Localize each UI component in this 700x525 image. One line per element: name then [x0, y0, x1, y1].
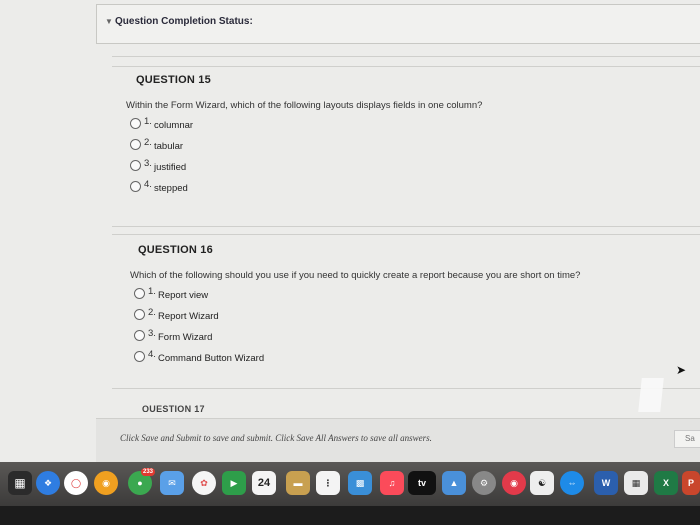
collapse-icon[interactable]: ▼	[105, 17, 113, 26]
option-label[interactable]: Report Wizard	[158, 311, 219, 322]
divider	[112, 56, 700, 57]
notes-icon[interactable]: ▬	[286, 471, 310, 495]
option-2[interactable]: 2. Report Wizard	[134, 307, 700, 329]
question-text: Within the Form Wizard, which of the fol…	[126, 100, 483, 111]
option-label[interactable]: Form Wizard	[158, 332, 212, 343]
activity-icon[interactable]: ☯	[530, 471, 554, 495]
question-completion-status[interactable]: ▼ Question Completion Status:	[96, 4, 700, 44]
options-list: 1. columnar 2. tabular 3. justified 4. s…	[130, 116, 700, 201]
maps-icon[interactable]: ▲	[442, 471, 466, 495]
browser-content: ▼ Question Completion Status: QUESTION 1…	[0, 0, 700, 462]
option-4[interactable]: 4. stepped	[130, 179, 700, 201]
radio-button[interactable]	[130, 139, 141, 150]
dock: ▦ ❖ ◯ ◉ ● 233 ✉ ✿ ▶ 24 ▬ ⋮ ▩ ♫ tv ▲ ⚙ ◉ ☯…	[0, 462, 700, 506]
powerpoint-icon[interactable]: P	[682, 471, 700, 495]
option-label[interactable]: tabular	[154, 141, 183, 152]
radio-button[interactable]	[134, 309, 145, 320]
radio-button[interactable]	[134, 330, 145, 341]
option-label[interactable]: Report view	[158, 290, 208, 301]
option-number: 1.	[144, 116, 152, 127]
radio-button[interactable]	[134, 351, 145, 362]
chrome-icon[interactable]: ◯	[64, 471, 88, 495]
screen-glare	[638, 378, 664, 412]
laptop-bezel	[0, 506, 700, 525]
mail-icon[interactable]: ✉	[160, 471, 184, 495]
divider	[112, 234, 700, 235]
divider	[112, 388, 700, 389]
divider	[112, 226, 700, 227]
option-3[interactable]: 3. justified	[130, 158, 700, 180]
keynote-icon[interactable]: ▩	[348, 471, 372, 495]
submit-footer: Click Save and Submit to save and submit…	[96, 418, 700, 462]
footer-message: Click Save and Submit to save and submit…	[120, 433, 432, 443]
option-1[interactable]: 1. columnar	[130, 116, 700, 138]
option-number: 4.	[148, 349, 156, 360]
option-number: 3.	[148, 328, 156, 339]
option-label[interactable]: columnar	[154, 120, 193, 131]
option-label[interactable]: justified	[154, 162, 186, 173]
calendar-icon[interactable]: 24	[252, 471, 276, 495]
calculator-icon[interactable]: ▦	[624, 471, 648, 495]
options-list: 1. Report view 2. Report Wizard 3. Form …	[134, 286, 700, 371]
teamviewer-icon[interactable]: ⇔	[560, 471, 584, 495]
excel-icon[interactable]: X	[654, 471, 678, 495]
option-number: 1.	[148, 286, 156, 297]
question-title: QUESTION 16	[138, 244, 213, 256]
radio-button[interactable]	[130, 160, 141, 171]
question-15: QUESTION 15 Within the Form Wizard, whic…	[118, 74, 700, 201]
option-3[interactable]: 3. Form Wizard	[134, 328, 700, 350]
option-number: 3.	[144, 158, 152, 169]
option-number: 2.	[144, 137, 152, 148]
option-label[interactable]: Command Button Wizard	[158, 353, 264, 364]
radio-button[interactable]	[130, 118, 141, 129]
option-2[interactable]: 2. tabular	[130, 137, 700, 159]
question-16: QUESTION 16 Which of the following shoul…	[122, 244, 700, 371]
system-preferences-icon[interactable]: ⚙	[472, 471, 496, 495]
reminders-icon[interactable]: ⋮	[316, 471, 340, 495]
option-number: 2.	[148, 307, 156, 318]
safari-icon[interactable]: ❖	[36, 471, 60, 495]
radio-button[interactable]	[134, 288, 145, 299]
firefox-icon[interactable]: ◉	[94, 471, 118, 495]
launchpad-icon[interactable]: ▦	[8, 471, 32, 495]
option-1[interactable]: 1. Report view	[134, 286, 700, 308]
radio-button[interactable]	[130, 181, 141, 192]
news-icon[interactable]: ◉	[502, 471, 526, 495]
word-icon[interactable]: W	[594, 471, 618, 495]
option-label[interactable]: stepped	[154, 183, 188, 194]
appletv-icon[interactable]: tv	[408, 471, 436, 495]
messages-icon[interactable]: ● 233	[128, 468, 155, 495]
music-icon[interactable]: ♫	[380, 471, 404, 495]
option-4[interactable]: 4. Command Button Wizard	[134, 349, 700, 371]
divider	[112, 66, 700, 67]
option-number: 4.	[144, 179, 152, 190]
question-17-title: QUESTION 17	[142, 404, 205, 412]
question-text: Which of the following should you use if…	[130, 270, 581, 281]
status-label: Question Completion Status:	[115, 16, 253, 27]
save-all-answers-button[interactable]: Sa	[674, 430, 700, 448]
question-title: QUESTION 15	[136, 74, 211, 86]
photos-icon[interactable]: ✿	[192, 471, 216, 495]
facetime-icon[interactable]: ▶	[222, 471, 246, 495]
mouse-cursor-icon: ➤	[676, 363, 687, 377]
messages-badge: 233	[140, 468, 155, 476]
